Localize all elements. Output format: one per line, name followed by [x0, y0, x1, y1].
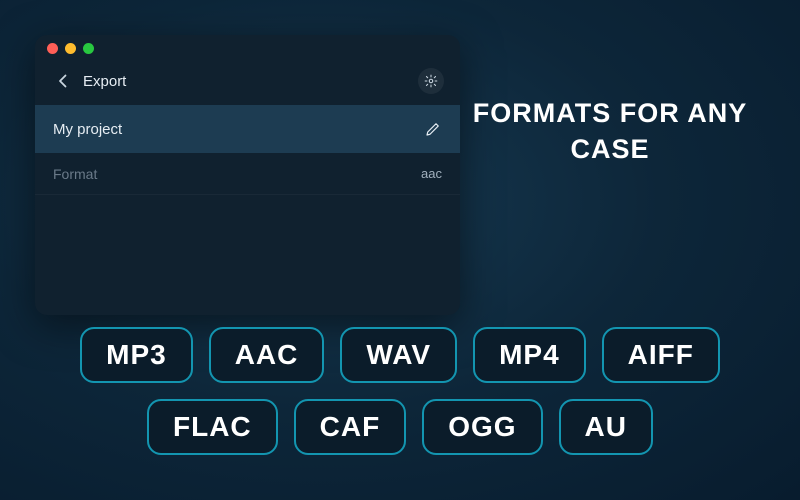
gear-icon — [424, 74, 438, 88]
format-pill-caf: CAF — [294, 399, 407, 455]
format-value: aac — [421, 166, 442, 181]
format-label: Format — [53, 166, 97, 182]
pill-row-2: FLAC CAF OGG AU — [147, 399, 653, 455]
format-pill-au: AU — [559, 399, 653, 455]
edit-name-button[interactable] — [424, 120, 442, 138]
headline-text: FORMATS FOR ANY CASE — [465, 95, 755, 168]
format-row[interactable]: Format aac — [35, 153, 460, 195]
format-pill-flac: FLAC — [147, 399, 278, 455]
format-pill-aac: AAC — [209, 327, 325, 383]
window-title: Export — [83, 73, 126, 90]
project-name-row[interactable]: My project — [35, 105, 460, 153]
format-pill-mp4: MP4 — [473, 327, 586, 383]
chevron-left-icon — [58, 74, 67, 88]
maximize-button[interactable] — [83, 43, 94, 54]
format-pill-ogg: OGG — [422, 399, 542, 455]
format-pills: MP3 AAC WAV MP4 AIFF FLAC CAF OGG AU — [0, 327, 800, 455]
project-name: My project — [53, 121, 122, 138]
minimize-button[interactable] — [65, 43, 76, 54]
format-pill-wav: WAV — [340, 327, 457, 383]
back-button[interactable] — [51, 70, 73, 92]
window-header: Export — [35, 61, 460, 101]
window-titlebar — [35, 35, 460, 61]
format-pill-aiff: AIFF — [602, 327, 720, 383]
pencil-icon — [424, 120, 442, 138]
format-pill-mp3: MP3 — [80, 327, 193, 383]
settings-button[interactable] — [418, 68, 444, 94]
export-window: Export My project Format aac — [35, 35, 460, 315]
pill-row-1: MP3 AAC WAV MP4 AIFF — [80, 327, 720, 383]
close-button[interactable] — [47, 43, 58, 54]
